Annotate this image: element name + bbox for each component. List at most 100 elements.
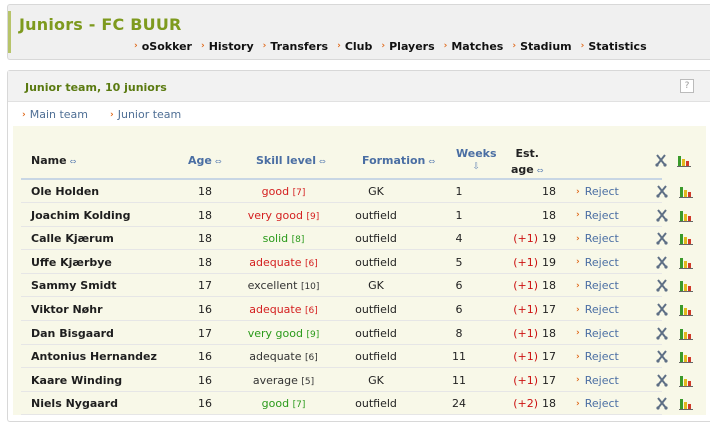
col-header-name[interactable]: Name ⇔ xyxy=(31,154,76,167)
player-formation: outfield xyxy=(355,326,397,340)
tools-icon xyxy=(656,350,668,363)
stats-chart-button[interactable] xyxy=(679,184,693,201)
nav-players[interactable]: › Players xyxy=(381,40,434,53)
reject-link[interactable]: › Reject xyxy=(576,256,619,269)
subnav-junior-team[interactable]: › Junior team xyxy=(110,108,181,121)
reject-link[interactable]: › Reject xyxy=(576,232,619,245)
reject-link[interactable]: › Reject xyxy=(576,185,619,198)
train-tool-button[interactable] xyxy=(655,396,669,413)
skill-level: very good [9] xyxy=(221,209,346,222)
bar-chart-icon xyxy=(679,328,693,340)
skill-number: [6] xyxy=(305,258,318,269)
train-tool-button[interactable] xyxy=(655,302,669,319)
chevron-right-icon: › xyxy=(512,41,517,51)
player-name[interactable]: Ole Holden xyxy=(31,185,99,198)
player-formation: outfield xyxy=(355,232,397,246)
player-weeks: 24 xyxy=(452,397,466,411)
bar-chart-icon xyxy=(679,305,693,316)
est-age-value: 19 xyxy=(542,255,556,269)
player-name[interactable]: Joachim Kolding xyxy=(31,209,131,222)
train-tool-button[interactable] xyxy=(655,208,669,225)
train-tool-button[interactable] xyxy=(655,184,669,201)
stats-chart-button[interactable] xyxy=(679,231,693,248)
skill-level: good [7] xyxy=(221,397,346,410)
panel-title: Junior team, 10 juniors xyxy=(25,81,167,94)
nav-statistics[interactable]: › Statistics xyxy=(581,40,647,53)
estimated-age: (+1) 17 xyxy=(491,374,556,387)
tools-icon xyxy=(656,326,668,340)
player-formation: outfield xyxy=(355,350,397,364)
nav-osokker[interactable]: › oSokker xyxy=(134,40,192,53)
stats-chart-button[interactable] xyxy=(679,396,693,413)
subnav-main-team[interactable]: › Main team xyxy=(22,108,88,121)
tools-icon xyxy=(656,374,668,387)
player-name[interactable]: Antonius Hernandez xyxy=(31,350,157,363)
reject-link[interactable]: › Reject xyxy=(576,350,619,363)
stats-chart-button[interactable] xyxy=(679,349,693,366)
player-weeks: 5 xyxy=(455,255,463,269)
stats-chart-button[interactable] xyxy=(679,326,693,343)
stats-chart-button[interactable] xyxy=(679,255,693,272)
player-weeks: 6 xyxy=(455,303,463,316)
chevron-right-icon: › xyxy=(576,304,580,315)
skill-level: good [7] xyxy=(221,185,346,198)
reject-label: Reject xyxy=(584,255,619,269)
player-age: 17 xyxy=(198,279,212,293)
player-name[interactable]: Sammy Smidt xyxy=(31,279,117,292)
stats-chart-button[interactable] xyxy=(679,278,693,295)
team-subnav: › Main team › Junior team xyxy=(22,108,203,121)
player-name[interactable]: Viktor Nøhr xyxy=(31,303,103,316)
reject-link[interactable]: › Reject xyxy=(576,327,619,340)
player-name[interactable]: Niels Nygaard xyxy=(31,397,118,410)
nav-club[interactable]: › Club xyxy=(337,40,372,53)
bar-chart-icon xyxy=(679,281,693,293)
skill-level: average [5] xyxy=(221,374,346,387)
nav-transfers[interactable]: › Transfers xyxy=(263,40,328,53)
reject-link[interactable]: › Reject xyxy=(576,397,619,410)
stats-chart-button[interactable] xyxy=(679,208,693,225)
reject-link[interactable]: › Reject xyxy=(576,374,619,387)
player-name[interactable]: Kaare Winding xyxy=(31,374,122,387)
train-tool-button[interactable] xyxy=(655,255,669,272)
chevron-right-icon: › xyxy=(576,375,580,386)
stats-chart-button[interactable] xyxy=(679,373,693,390)
reject-link[interactable]: › Reject xyxy=(576,279,619,292)
skill-text: good xyxy=(261,185,290,198)
train-tool-button[interactable] xyxy=(655,231,669,248)
train-tool-button[interactable] xyxy=(655,326,669,343)
table-row: Dan Bisgaard 17 very good [9] outfield 8 (+1)… xyxy=(21,322,693,345)
table-row: Joachim Kolding 18 very good [9] outfield 1 1… xyxy=(21,204,693,227)
table-row: Sammy Smidt 17 excellent [10] GK 6 (+1) 18 › Rej… xyxy=(21,274,693,298)
player-name[interactable]: Dan Bisgaard xyxy=(31,327,114,340)
train-tool-button[interactable] xyxy=(655,349,669,366)
stats-chart-button[interactable] xyxy=(679,302,693,319)
age-bonus: (+1) xyxy=(513,373,538,387)
nav-matches[interactable]: › Matches xyxy=(444,40,504,53)
reject-label: Reject xyxy=(584,279,619,293)
chevron-right-icon: › xyxy=(580,41,585,51)
nav-stadium[interactable]: › Stadium xyxy=(512,40,571,53)
player-name[interactable]: Uffe Kjærbye xyxy=(31,256,112,269)
est-age-value: 18 xyxy=(542,208,556,222)
col-header-skill[interactable]: Skill level ⇔ xyxy=(256,154,326,167)
chevron-right-icon: › xyxy=(381,41,386,51)
age-bonus: (+1) xyxy=(513,279,538,293)
reject-link[interactable]: › Reject xyxy=(576,209,619,222)
train-tool-button[interactable] xyxy=(655,373,669,390)
help-button[interactable]: ? xyxy=(680,79,694,93)
col-header-weeks[interactable]: Weeks ⇩ xyxy=(456,147,497,172)
player-age: 16 xyxy=(198,373,212,387)
reject-label: Reject xyxy=(584,373,619,387)
train-tool-button[interactable] xyxy=(655,278,669,295)
skill-level: very good [9] xyxy=(221,327,346,340)
reject-link[interactable]: › Reject xyxy=(576,303,619,316)
col-header-age[interactable]: Age ⇔ xyxy=(188,154,222,167)
skill-level: adequate [6] xyxy=(221,256,346,269)
col-header-est-age[interactable]: Est. age ⇔ xyxy=(511,147,543,176)
estimated-age: (+1) 17 xyxy=(491,350,556,363)
col-header-formation[interactable]: Formation ⇔ xyxy=(362,154,435,167)
player-name[interactable]: Calle Kjærum xyxy=(31,232,114,245)
chevron-right-icon: › xyxy=(443,41,448,51)
bar-chart-icon xyxy=(679,352,693,364)
nav-history[interactable]: › History xyxy=(201,40,254,53)
